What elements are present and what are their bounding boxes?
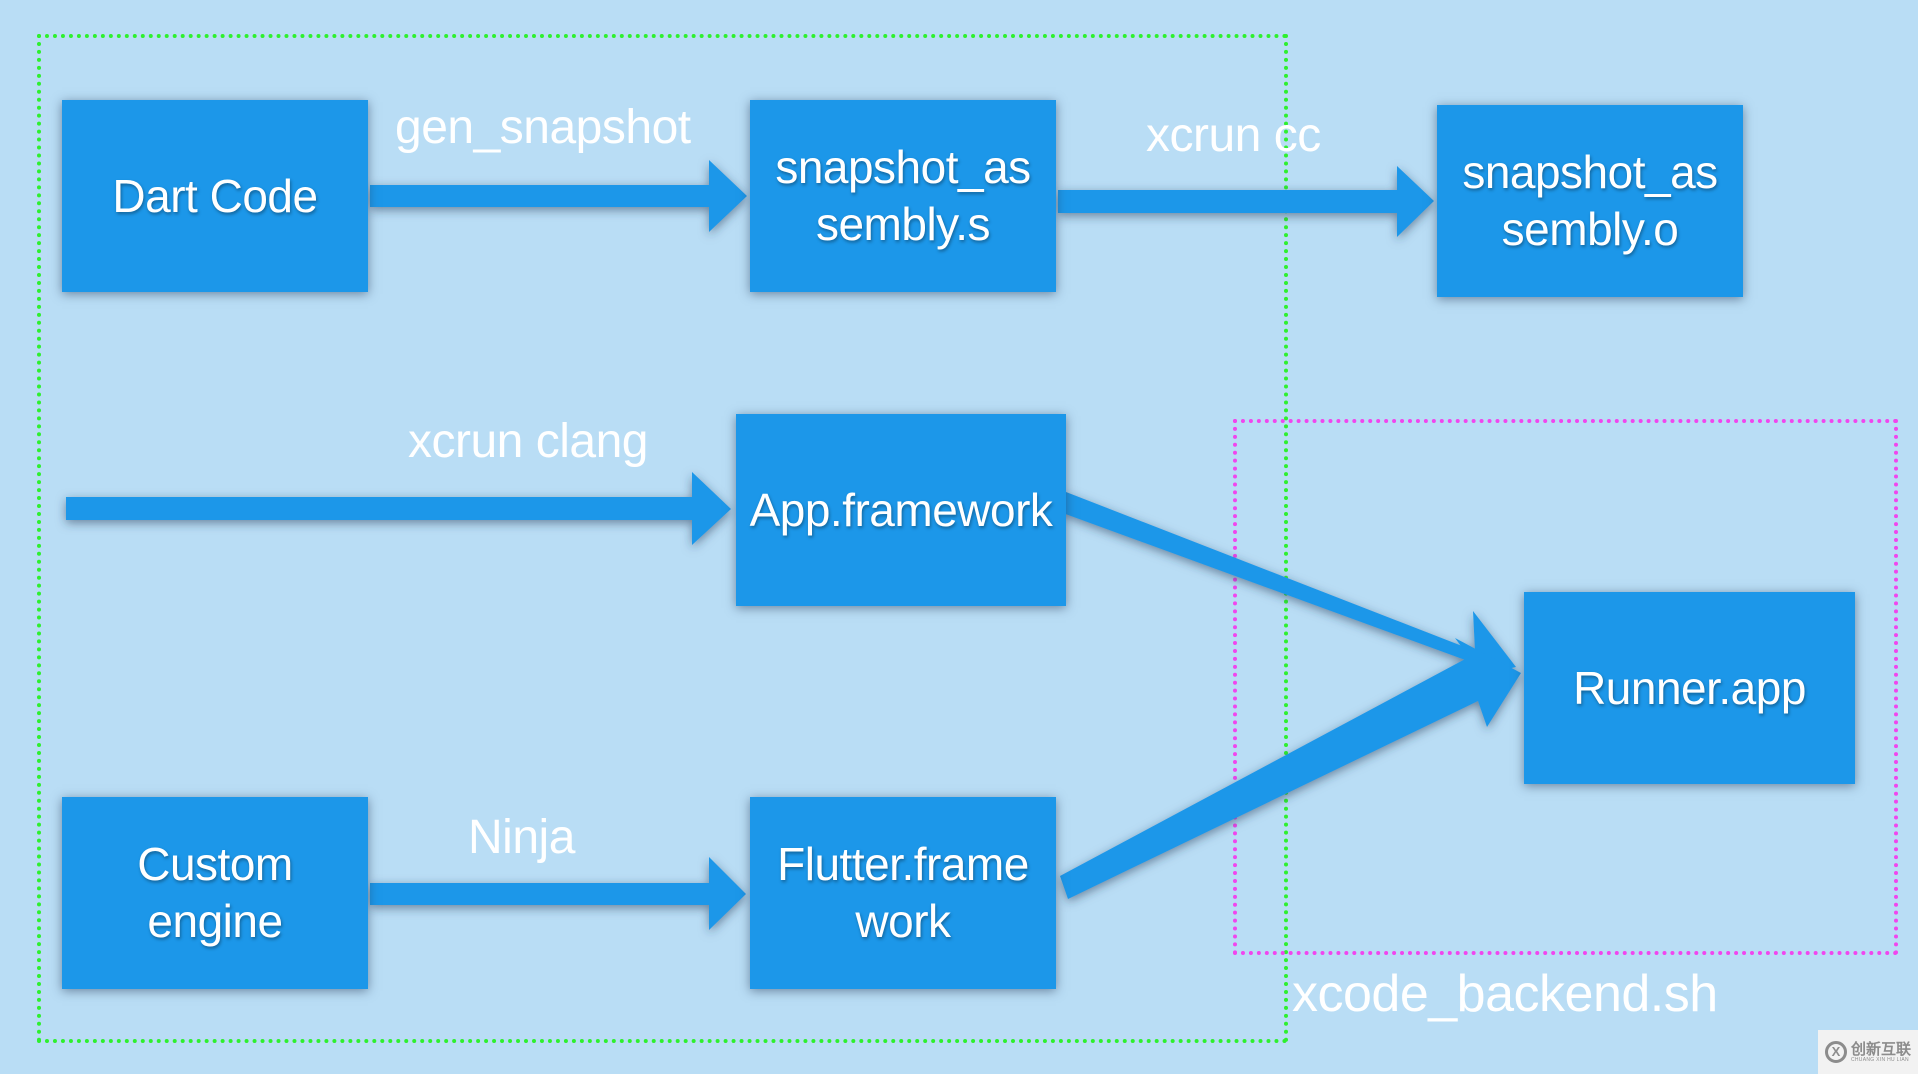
arrow-ninja [370, 857, 746, 930]
watermark-text: 创新互联 [1850, 1040, 1911, 1058]
group-label-xcode-backend: xcode_backend.sh [1292, 965, 1718, 1023]
edge-label-ninja: Ninja [468, 811, 575, 864]
node-dart-code: Dart Code [62, 100, 368, 292]
arrow-flutter-to-runner [1060, 638, 1521, 899]
arrow-xcrun-clang [66, 472, 731, 545]
watermark: X 创新互联 CHUANG XIN HU LIAN [1818, 1030, 1918, 1074]
arrow-gen-snapshot [370, 160, 747, 232]
node-snapshot-assembly-s: snapshot_as sembly.s [750, 100, 1056, 292]
edge-label-gen-snapshot: gen_snapshot [395, 101, 691, 154]
node-custom-engine: Custom engine [62, 797, 368, 989]
node-app-framework: App.framework [736, 414, 1066, 606]
arrow-app-to-runner [1060, 492, 1516, 679]
node-flutter-framework: Flutter.frame work [750, 797, 1056, 989]
arrow-xcrun-cc [1058, 166, 1434, 237]
node-runner-app: Runner.app [1524, 592, 1855, 784]
edge-label-xcrun-cc: xcrun cc [1146, 109, 1321, 162]
watermark-subtext: CHUANG XIN HU LIAN [1850, 1057, 1909, 1063]
node-snapshot-assembly-o: snapshot_as sembly.o [1437, 105, 1743, 297]
diagram-canvas: Dart Code snapshot_as sembly.s snapshot_… [0, 0, 1918, 1074]
watermark-logo-icon: X [1824, 1041, 1847, 1063]
edge-label-xcrun-clang: xcrun clang [408, 415, 648, 468]
